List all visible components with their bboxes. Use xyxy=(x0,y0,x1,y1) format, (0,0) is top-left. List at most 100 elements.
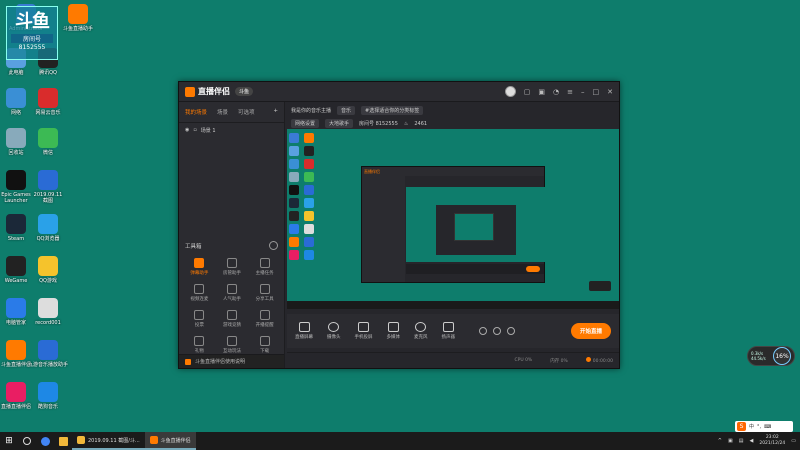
download-speed: 44.5k/s xyxy=(751,356,766,361)
desktop-icon[interactable]: QQ浏览器 xyxy=(26,214,70,242)
toolbox-item[interactable]: 下载 xyxy=(248,336,281,354)
app-icon xyxy=(38,128,58,148)
eye-icon[interactable]: ◉ xyxy=(185,127,189,134)
chat-icon[interactable]: ▢ xyxy=(524,88,531,96)
desktop-icon[interactable]: 酷狗音乐 xyxy=(26,382,70,410)
toolbox-item[interactable]: 开播提醒 xyxy=(248,310,281,328)
tool-icon xyxy=(259,310,270,320)
taskbar-task[interactable]: 斗鱼直播伴侣 xyxy=(144,432,196,450)
app-logo: 直播伴侣 斗鱼 xyxy=(185,86,254,97)
desktop-icon-label: 微信 xyxy=(42,150,53,156)
bell-icon[interactable]: ◔ xyxy=(553,88,559,96)
desktop-icon-label: 斗鱼直播助手 xyxy=(62,26,93,32)
network-widget[interactable]: 0.3k/s 44.5k/s 16% xyxy=(747,346,795,366)
chrome-icon[interactable] xyxy=(36,432,54,450)
toolbox-settings-icon[interactable] xyxy=(269,241,278,250)
gift-icon[interactable]: ▣ xyxy=(538,88,545,96)
desktop-icon[interactable]: 微信 xyxy=(26,128,70,156)
lock-icon[interactable]: ▫ xyxy=(193,127,196,134)
room-tag-2[interactable]: #选择适合你的分类标签 xyxy=(361,106,424,115)
speaker-button[interactable]: 扬声器 xyxy=(441,322,456,340)
app-icon xyxy=(38,340,58,360)
version-badge[interactable]: 斗鱼 xyxy=(235,87,254,96)
toolbox-item[interactable]: 游戏竞猜 xyxy=(216,310,249,328)
toolbox-item[interactable]: 礼物 xyxy=(183,336,216,354)
tray-volume-icon[interactable]: ◀ xyxy=(749,438,753,444)
ime-keyboard-icon[interactable]: ⌨ xyxy=(764,424,771,430)
desktop-icon[interactable]: 网易云音乐 xyxy=(26,88,70,116)
sogou-icon: S xyxy=(737,422,746,431)
room-info: 我是你的音乐主播 音乐 #选择适合你的分类标签 网络设置 大地歌手 房间号 81… xyxy=(287,102,619,132)
close-icon[interactable]: ✕ xyxy=(607,88,613,96)
desktop-icon-label: 网易云音乐 xyxy=(35,110,61,116)
toolbox-item[interactable]: 弹幕助手 xyxy=(183,258,216,276)
notice-bar[interactable]: 斗鱼直播伴侣使用说明 xyxy=(179,354,284,368)
scene-item[interactable]: 场景 1 xyxy=(201,127,216,134)
tool-icon xyxy=(259,336,270,346)
tray-network-icon[interactable]: ▤ xyxy=(739,438,744,444)
tool-icon xyxy=(226,284,237,294)
phone-cast-button[interactable]: 手机投屏 xyxy=(355,322,373,340)
stream-preview[interactable]: 直播伴侣 xyxy=(287,129,619,309)
mic-button[interactable]: 麦克风 xyxy=(414,322,428,340)
tool-icon xyxy=(226,310,237,320)
desktop-icon-label: QQ浏览器 xyxy=(36,236,60,242)
maximize-icon[interactable]: □ xyxy=(593,88,600,96)
add-scene-button[interactable]: + xyxy=(273,108,278,116)
toolbox-item[interactable]: 投票 xyxy=(183,310,216,328)
clock[interactable]: 23:02 2021/12/24 xyxy=(759,435,785,447)
settings-icon[interactable] xyxy=(507,327,515,335)
ime-mode[interactable]: 中 xyxy=(749,423,754,430)
toolbox-item[interactable]: 人气助手 xyxy=(216,284,249,302)
avatar[interactable] xyxy=(504,86,516,97)
task-label: 斗鱼直播伴侣 xyxy=(160,437,191,444)
screen-capture-button[interactable]: 直播屏幕 xyxy=(295,322,313,340)
toolbox-item[interactable]: 视频连麦 xyxy=(183,284,216,302)
room-sub-1[interactable]: 网络设置 xyxy=(291,119,320,128)
go-live-button[interactable]: 开始直播 xyxy=(570,323,611,339)
desktop-icon-label: Steam xyxy=(7,236,25,242)
toolbox-item[interactable]: 互动玩法 xyxy=(216,336,249,354)
camera-button[interactable]: 摄像头 xyxy=(327,322,341,340)
windows-start-icon[interactable]: ⊞ xyxy=(0,432,18,450)
preview-eye-icon[interactable] xyxy=(493,327,501,335)
tab-scene[interactable]: 场景 xyxy=(217,108,228,116)
tab-my-scene[interactable]: 我的场景 xyxy=(185,108,207,116)
ime-bar[interactable]: S 中 °, ⌨ xyxy=(735,421,793,432)
ime-punct-icon[interactable]: °, xyxy=(757,424,761,430)
desktop-icon-label: WeGame xyxy=(4,278,28,284)
memory-status: 内存 0% xyxy=(550,358,568,364)
tab-options[interactable]: 可选项 xyxy=(238,108,255,116)
title-bar: 直播伴侣 斗鱼 ▢ ▣ ◔ ≡ – □ ✕ xyxy=(179,82,619,102)
tray-expand-icon[interactable]: ^ xyxy=(718,438,722,444)
media-icon xyxy=(387,322,399,332)
desktop-icon-label: 腾讯QQ xyxy=(39,70,57,76)
app-logo-icon xyxy=(185,86,195,97)
minimize-icon[interactable]: – xyxy=(581,88,585,96)
record-icon[interactable] xyxy=(479,327,487,335)
toolbox-item[interactable]: 房管助手 xyxy=(216,258,249,276)
tray-app-icon[interactable]: ▣ xyxy=(728,438,733,444)
room-sub-2[interactable]: 大地歌手 xyxy=(325,119,354,128)
taskbar-task[interactable]: 2019.09.11 截图/斗... xyxy=(72,432,145,450)
desktop-icon-label: 酷狗音乐 xyxy=(37,404,58,410)
file-explorer-icon[interactable] xyxy=(54,432,72,450)
speaker-label: 扬声器 xyxy=(441,335,456,340)
desktop-icon[interactable]: QQ游戏 xyxy=(26,256,70,284)
search-icon[interactable] xyxy=(18,432,36,450)
media-button[interactable]: 多媒体 xyxy=(387,322,400,340)
desktop-icon[interactable]: 2019.09.11 截图 xyxy=(26,170,70,204)
app-title: 直播伴侣 xyxy=(198,87,230,96)
desktop-icon[interactable]: 斗鱼直播助手 xyxy=(56,4,100,32)
desktop-icon[interactable]: record001 xyxy=(26,298,70,326)
room-title[interactable]: 我是你的音乐主播 xyxy=(291,107,331,114)
room-tag-1[interactable]: 音乐 xyxy=(337,106,356,115)
desktop-icon[interactable]: 九游音乐播放助手 xyxy=(26,340,70,368)
notification-icon[interactable]: ▭ xyxy=(791,438,796,444)
toolbox-title: 工具箱 xyxy=(185,244,202,250)
toolbox-item[interactable]: 主播任务 xyxy=(248,258,281,276)
toolbox-item[interactable]: 分享工具 xyxy=(248,284,281,302)
system-tray: ^ ▣ ▤ ◀ 23:02 2021/12/24 ▭ xyxy=(718,435,800,447)
app-icon xyxy=(6,298,26,318)
menu-icon[interactable]: ≡ xyxy=(567,88,573,96)
